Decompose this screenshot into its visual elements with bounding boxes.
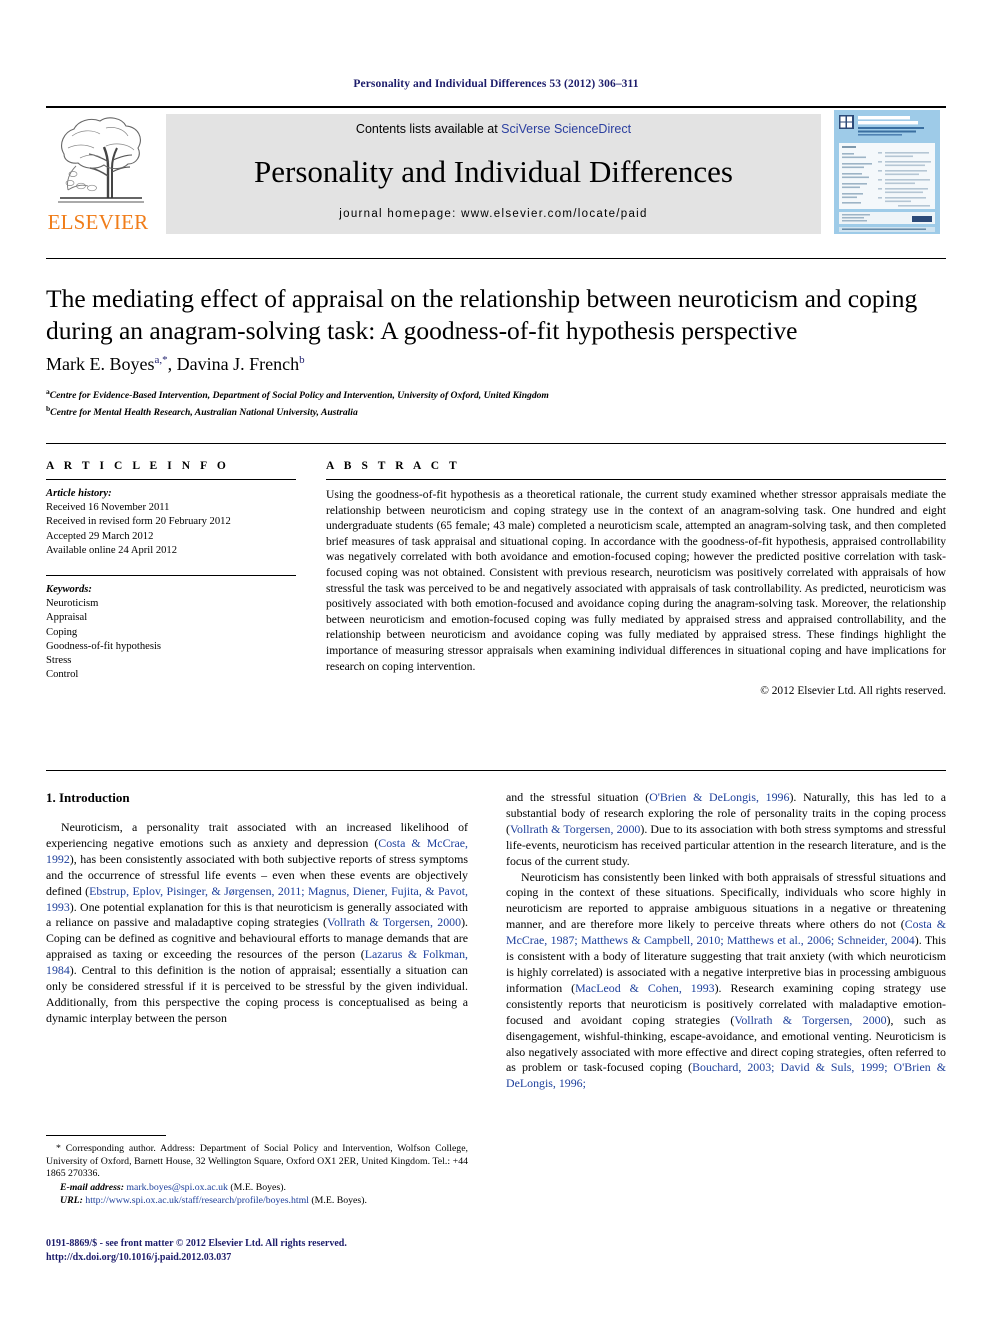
intro-paragraph-left: Neuroticism, a personality trait associa… <box>46 820 468 1027</box>
citation-macleod-cohen-1993[interactable]: MacLeod & Cohen, 1993 <box>575 981 715 995</box>
elsevier-logo: ELSEVIER <box>46 114 150 234</box>
keyword-1: Appraisal <box>46 612 88 624</box>
author-marks-1[interactable]: a,* <box>154 354 167 366</box>
footnote-email: E-mail address: mark.boyes@spi.ox.ac.uk … <box>46 1182 468 1195</box>
footnote-email-label: E-mail address: <box>60 1181 124 1193</box>
doi-link[interactable]: http://dx.doi.org/10.1016/j.paid.2012.03… <box>46 1251 506 1265</box>
body-column-right: and the stressful situation (O'Brien & D… <box>506 790 946 1092</box>
title-divider <box>46 258 946 259</box>
footnote-url-label: URL: <box>60 1195 83 1207</box>
abstract-copyright: © 2012 Elsevier Ltd. All rights reserved… <box>760 685 946 698</box>
sciencedirect-link[interactable]: SciVerse ScienceDirect <box>501 122 631 136</box>
keywords-label: Keywords: <box>46 584 92 596</box>
keywords-rule <box>46 575 296 577</box>
intro-left-frag-5: ). Central to this definition is the not… <box>46 963 468 1025</box>
article-info-section: A R T I C L E I N F O Article history: R… <box>46 460 296 682</box>
imprint-block: 0191-8869/$ - see front matter © 2012 El… <box>46 1237 506 1264</box>
section-heading-introduction: 1. Introduction <box>46 790 130 805</box>
footnote-corresponding-author: * Corresponding author. Address: Departm… <box>46 1143 468 1180</box>
history-item-3: Available online 24 April 2012 <box>46 544 178 556</box>
paper-page: Personality and Individual Differences 5… <box>0 0 992 1323</box>
citation-vollrath-torgersen-2000-a[interactable]: Vollrath & Torgersen, 2000 <box>327 915 461 929</box>
article-history-label: Article history: <box>46 488 112 499</box>
journal-title: Personality and Individual Differences <box>254 154 733 189</box>
keyword-2: Coping <box>46 626 78 638</box>
keyword-3: Goodness-of-fit hypothesis <box>46 640 162 652</box>
running-head: Personality and Individual Differences 5… <box>353 78 639 90</box>
article-info-heading: A R T I C L E I N F O <box>46 460 230 472</box>
affiliation-text-a: Centre for Evidence-Based Intervention, … <box>49 390 549 402</box>
journal-band: Contents lists available at SciVerse Sci… <box>166 114 821 234</box>
contents-list-line: Contents lists available at SciVerse Sci… <box>166 122 821 136</box>
profile-url-link[interactable]: http://www.spi.ox.ac.uk/staff/research/p… <box>85 1195 309 1206</box>
email-link[interactable]: mark.boyes@spi.ox.ac.uk <box>126 1182 228 1193</box>
article-info-rule <box>46 479 296 480</box>
footnote-divider <box>46 1135 166 1136</box>
keyword-5: Control <box>46 669 79 681</box>
keywords-block: Keywords: Neuroticism Appraisal Coping G… <box>46 575 296 682</box>
page-title: The mediating effect of appraisal on the… <box>46 284 918 345</box>
citation-vollrath-torgersen-2000-b[interactable]: Vollrath & Torgersen, 2000 <box>510 822 640 836</box>
affiliation-b: bCentre for Mental Health Research, Aust… <box>46 403 946 420</box>
elsevier-wordmark: ELSEVIER <box>47 210 149 234</box>
cover-image <box>830 108 944 236</box>
history-item-0: Received 16 November 2011 <box>46 502 170 514</box>
affiliation-a: aCentre for Evidence-Based Intervention,… <box>46 386 946 403</box>
author-name-2: Davina J. French <box>176 354 300 374</box>
intro-right-frag-4: Neuroticism has consistently been linked… <box>506 869 946 932</box>
contents-prefix: Contents lists available at <box>355 122 502 136</box>
journal-masthead: ELSEVIER Contents lists available at Sci… <box>46 106 946 236</box>
footnote-url: URL: http://www.spi.ox.ac.uk/staff/resea… <box>46 1195 468 1208</box>
abstract-section: A B S T R A C T Using the goodness-of-fi… <box>326 460 946 697</box>
affiliation-text-b: Centre for Mental Health Research, Austr… <box>50 406 358 418</box>
footnote-url-suffix: (M.E. Boyes). <box>311 1195 367 1207</box>
keyword-4: Stress <box>46 655 72 667</box>
abstract-text: Using the goodness-of-fit hypothesis as … <box>326 488 946 673</box>
citation-obrien-delongis-1996-a[interactable]: O'Brien & DeLongis, 1996 <box>649 790 789 804</box>
body-column-left: 1. Introduction Neuroticism, a personali… <box>46 790 468 1027</box>
footnote-block: * Corresponding author. Address: Departm… <box>46 1143 468 1208</box>
intro-right-frag-1: and the stressful situation ( <box>506 790 650 804</box>
author-name-1: Mark E. Boyes <box>46 354 155 374</box>
abstract-rule <box>326 479 946 480</box>
imprint-issn-line: 0191-8869/$ - see front matter © 2012 El… <box>46 1238 347 1249</box>
article-history-block: Article history: Received 16 November 20… <box>46 487 296 558</box>
elsevier-tree-icon <box>58 117 144 203</box>
body-divider <box>46 770 946 771</box>
abstract-heading: A B S T R A C T <box>326 460 461 472</box>
citation-vollrath-torgersen-2000-c[interactable]: Vollrath & Torgersen, 2000 <box>734 1013 886 1027</box>
journal-cover-thumbnail[interactable] <box>828 108 946 236</box>
author-marks-2[interactable]: b <box>299 354 305 366</box>
history-item-1: Received in revised form 20 February 201… <box>46 516 231 528</box>
footnote-email-suffix: (M.E. Boyes). <box>230 1181 286 1193</box>
intro-paragraph-right-2: Neuroticism has consistently been linked… <box>506 870 946 1093</box>
affiliation-list: aCentre for Evidence-Based Intervention,… <box>46 386 946 419</box>
author-list: Mark E. Boyesa,*, Davina J. Frenchb <box>46 354 305 374</box>
keyword-0: Neuroticism <box>46 598 99 610</box>
history-item-2: Accepted 29 March 2012 <box>46 530 154 542</box>
journal-homepage-link[interactable]: journal homepage: www.elsevier.com/locat… <box>166 208 821 220</box>
intro-paragraph-right-1: and the stressful situation (O'Brien & D… <box>506 790 946 870</box>
info-divider <box>46 443 946 444</box>
